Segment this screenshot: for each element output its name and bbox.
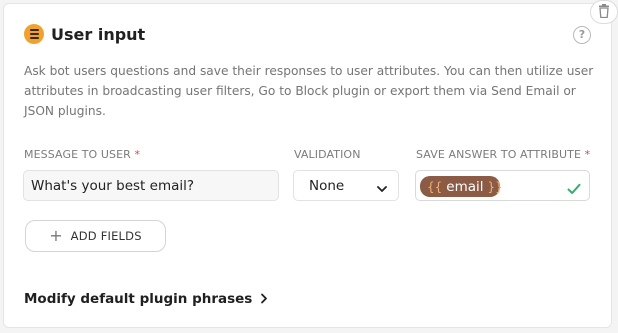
chevron-right-icon (260, 289, 268, 308)
message-to-user-input[interactable]: What's your best email? (23, 170, 279, 201)
list-lines-icon (24, 24, 44, 44)
validation-selected-value: None (309, 178, 345, 194)
required-mark: * (134, 148, 141, 161)
add-fields-label: ADD FIELDS (70, 229, 142, 243)
plugin-title: User input (51, 24, 146, 44)
attribute-name: email (446, 178, 484, 195)
user-input-plugin-card (3, 3, 612, 328)
close-braces: }} (487, 179, 503, 194)
plugin-header: User input (24, 24, 145, 44)
trash-icon (598, 3, 610, 22)
attribute-field-label: SAVE ANSWER TO ATTRIBUTE * (416, 148, 591, 161)
modify-phrases-link[interactable]: Modify default plugin phrases (24, 289, 268, 308)
required-mark: * (584, 148, 591, 161)
message-text: What's your best email? (31, 178, 195, 194)
check-icon (567, 180, 581, 199)
plugin-description: Ask bot users questions and save their r… (24, 64, 594, 118)
save-attribute-input[interactable]: {{ email }} (415, 170, 590, 201)
plus-icon: + (49, 226, 63, 245)
delete-plugin-button[interactable] (590, 0, 618, 24)
validation-field-label: VALIDATION (294, 148, 361, 161)
help-icon[interactable]: ? (573, 26, 591, 44)
modify-phrases-label: Modify default plugin phrases (24, 290, 253, 307)
add-fields-button[interactable]: + ADD FIELDS (25, 220, 166, 252)
message-field-label: MESSAGE TO USER * (24, 148, 141, 161)
validation-select[interactable]: None (293, 170, 399, 201)
open-braces: {{ (427, 179, 443, 194)
chevron-down-icon (376, 180, 388, 199)
attribute-chip[interactable]: {{ email }} (420, 176, 503, 197)
